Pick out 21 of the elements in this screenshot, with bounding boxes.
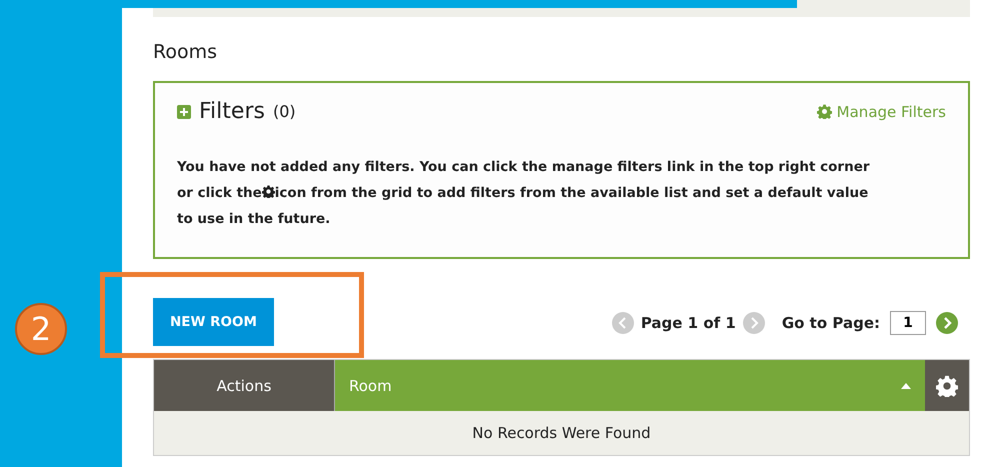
go-icon[interactable] bbox=[936, 312, 958, 334]
manage-filters-link[interactable]: Manage Filters bbox=[816, 102, 946, 120]
section-title: Rooms bbox=[153, 41, 218, 65]
gear-icon bbox=[816, 104, 832, 119]
page-info: Page 1 of 1 bbox=[640, 314, 736, 332]
filters-message: You have not added any filters. You can click the manage filters link in the top right corner bbox=[177, 159, 870, 175]
filters-title: Filters bbox=[199, 99, 265, 124]
settings-button[interactable] bbox=[925, 360, 969, 411]
gear-icon bbox=[936, 374, 958, 396]
filters-message: or click the bbox=[177, 185, 262, 201]
new-room-button[interactable]: NEW ROOM bbox=[153, 298, 274, 346]
plus-icon[interactable] bbox=[177, 104, 191, 118]
empty-message: No Records Were Found bbox=[154, 411, 969, 455]
column-header[interactable]: Actions bbox=[154, 360, 334, 411]
gear-icon bbox=[262, 185, 275, 198]
column-header[interactable]: Room bbox=[334, 360, 925, 411]
filters-count: (0) bbox=[272, 102, 296, 121]
filters-message: to use in the future. bbox=[177, 211, 330, 227]
filters-message: icon from the grid to add filters from the available list and set a default value bbox=[274, 185, 868, 201]
page-number-field[interactable]: 1 bbox=[890, 311, 926, 335]
go-to-page-label: Go to Page: bbox=[782, 314, 880, 332]
